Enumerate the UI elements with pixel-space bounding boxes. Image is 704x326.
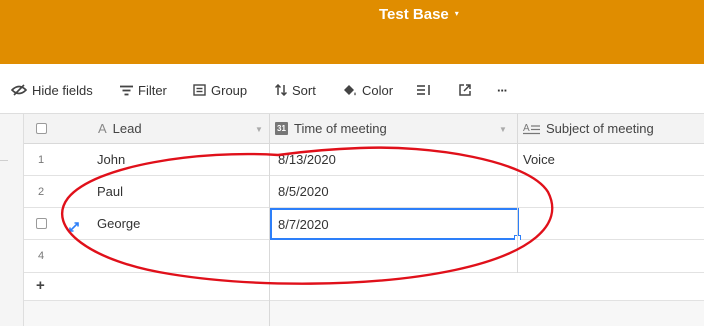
hide-fields-label: Hide fields: [32, 82, 93, 98]
lead-cell[interactable]: Paul: [97, 176, 123, 207]
app-header: Test Base ▾: [0, 0, 704, 64]
text-field-icon: A: [98, 121, 107, 136]
row-number: 2: [37, 185, 45, 198]
column-header-subject-of-meeting[interactable]: A Subject of meeting: [523, 114, 654, 143]
table-row[interactable]: 2 Paul 8/5/2020: [24, 176, 704, 208]
filter-button[interactable]: Filter: [120, 80, 167, 100]
color-button[interactable]: Color: [342, 80, 393, 100]
row-checkbox[interactable]: [35, 218, 47, 229]
eye-slash-icon: [11, 84, 27, 96]
column-divider: [517, 114, 518, 273]
column-header-time-of-meeting[interactable]: 31 Time of meeting: [275, 114, 387, 143]
sort-icon: [275, 84, 287, 96]
row-number: 1: [37, 153, 45, 166]
chevron-down-icon[interactable]: ▼: [255, 125, 263, 134]
svg-text:A: A: [523, 123, 530, 134]
filter-icon: [120, 85, 133, 96]
time-cell-value: 8/7/2020: [278, 216, 329, 232]
base-name-menu[interactable]: Test Base ▾: [379, 6, 459, 23]
calendar-icon: 31: [275, 122, 288, 135]
subject-cell[interactable]: Voice: [523, 144, 555, 175]
lead-cell[interactable]: John: [97, 144, 125, 175]
color-label: Color: [362, 82, 394, 98]
filter-label: Filter: [138, 82, 167, 98]
group-label: Group: [211, 82, 248, 98]
plus-icon[interactable]: +: [36, 277, 45, 294]
group-icon: [193, 84, 206, 96]
column-label: Time of meeting: [294, 121, 387, 136]
expand-record-icon[interactable]: [69, 219, 79, 237]
chevron-down-icon[interactable]: ▼: [499, 125, 507, 134]
select-all-checkbox[interactable]: [35, 123, 47, 134]
row-height-button[interactable]: [417, 80, 431, 100]
view-toolbar: Hide fields Filter Group Sort Color ···: [0, 64, 704, 114]
column-label: Subject of meeting: [546, 121, 654, 136]
left-sidebar-strip: [0, 114, 24, 326]
sort-button[interactable]: Sort: [275, 80, 316, 100]
column-header-row: A Lead ▼ 31 Time of meeting ▼ A Subject …: [24, 114, 704, 144]
more-options-button[interactable]: ···: [497, 80, 508, 100]
ellipsis-icon: ···: [497, 82, 508, 98]
long-text-icon: A: [523, 122, 540, 135]
paint-bucket-icon: [342, 84, 357, 97]
time-cell[interactable]: 8/5/2020: [278, 176, 329, 207]
column-divider: [269, 114, 270, 326]
data-grid: A Lead ▼ 31 Time of meeting ▼ A Subject …: [24, 114, 704, 326]
row-number: 4: [37, 250, 45, 262]
row-height-icon: [417, 84, 431, 96]
divider: [0, 160, 8, 161]
column-header-lead[interactable]: A Lead: [98, 114, 142, 143]
column-label: Lead: [112, 121, 142, 136]
add-record-row[interactable]: +: [24, 273, 704, 301]
table-row[interactable]: 1 John 8/13/2020 Voice: [24, 144, 704, 176]
group-button[interactable]: Group: [193, 80, 247, 100]
time-cell[interactable]: 8/13/2020: [278, 144, 336, 175]
select-all-cell[interactable]: [24, 114, 58, 143]
sort-label: Sort: [292, 82, 316, 98]
hide-fields-button[interactable]: Hide fields: [11, 80, 93, 100]
share-view-button[interactable]: [459, 80, 471, 100]
base-name-label: Test Base: [379, 6, 449, 23]
table-row[interactable]: 4: [24, 240, 704, 273]
selected-time-cell[interactable]: 8/7/2020: [270, 208, 521, 242]
external-link-icon: [459, 84, 471, 96]
chevron-down-icon: ▾: [454, 9, 459, 18]
row-select-cell[interactable]: [24, 208, 58, 239]
lead-cell[interactable]: George: [97, 208, 140, 239]
